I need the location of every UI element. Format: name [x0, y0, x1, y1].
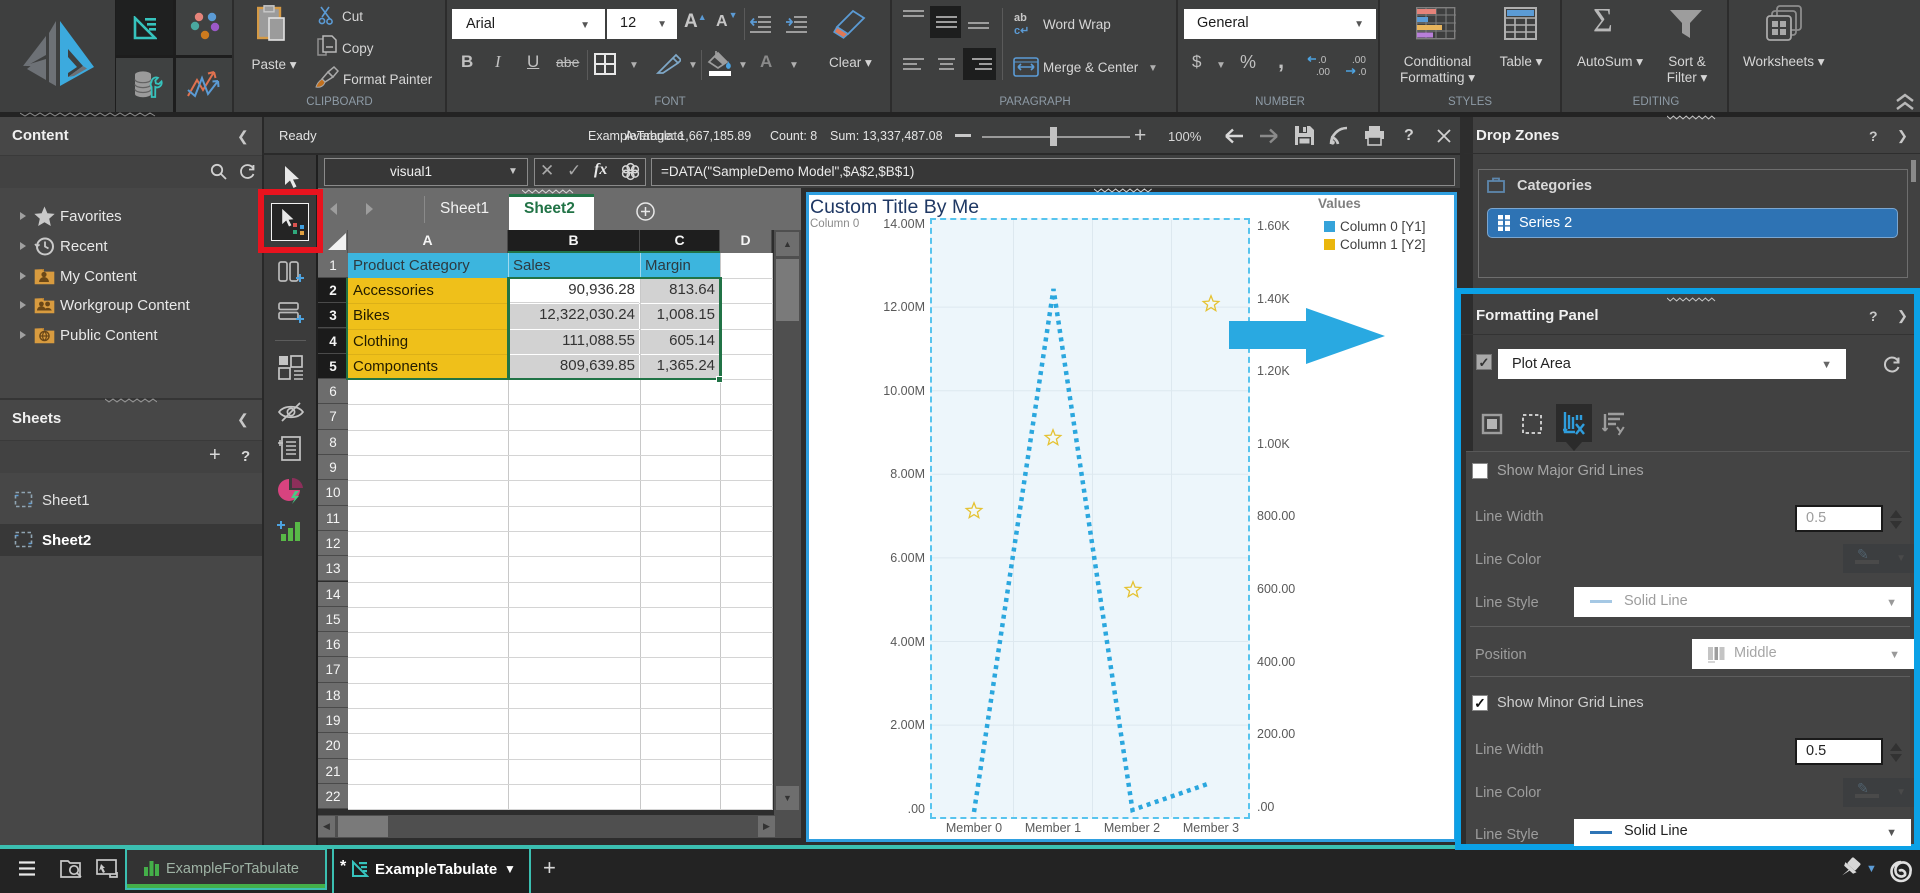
- svg-text:.0: .0: [1318, 55, 1327, 66]
- svg-text:.00: .00: [1316, 67, 1330, 78]
- svg-text:.00: .00: [1352, 55, 1366, 66]
- svg-text:.0: .0: [1358, 67, 1367, 78]
